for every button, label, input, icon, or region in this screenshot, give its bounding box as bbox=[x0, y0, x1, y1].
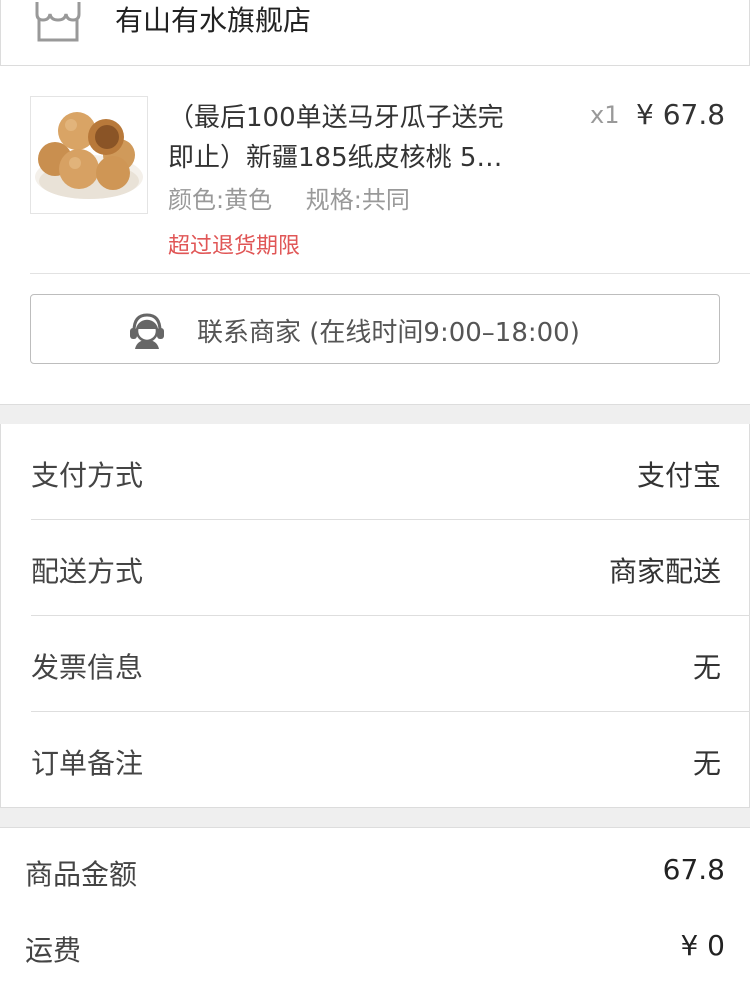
store-icon bbox=[35, 2, 81, 42]
shipping-fee-label: 运费 bbox=[25, 934, 82, 967]
order-remark-label: 订单备注 bbox=[31, 747, 144, 780]
shipping-fee-row: 运费 ¥ 0 bbox=[25, 929, 725, 969]
order-remark-value: 无 bbox=[692, 747, 721, 780]
delivery-method-row: 配送方式 商家配送 bbox=[31, 520, 721, 616]
contact-merchant-label: 联系商家 (在线时间9:00–18:00) bbox=[197, 318, 580, 348]
order-remark-row: 订单备注 无 bbox=[31, 712, 721, 808]
goods-amount-value: 67.8 bbox=[662, 853, 725, 886]
product-item[interactable]: （最后100单送马牙瓜子送完 即止）新疆185纸皮核桃 5… x1 ¥ 67.8… bbox=[30, 96, 750, 274]
walnut-product-image[interactable] bbox=[30, 96, 148, 214]
section-separator bbox=[0, 404, 750, 424]
order-info-list: 支付方式 支付宝 配送方式 商家配送 发票信息 无 订单备注 无 bbox=[0, 424, 750, 808]
store-header[interactable]: 有山有水旗舰店 bbox=[0, 0, 750, 66]
product-color: 颜色:黄色 bbox=[168, 186, 273, 214]
invoice-info-value: 无 bbox=[692, 651, 721, 684]
invoice-info-label: 发票信息 bbox=[31, 651, 144, 684]
product-spec: 颜色:黄色 规格:共同 bbox=[168, 180, 410, 215]
product-title-line-1: （最后100单送马牙瓜子送完 bbox=[168, 103, 504, 133]
payment-method-row: 支付方式 支付宝 bbox=[31, 424, 721, 520]
product-price: ¥ 67.8 bbox=[636, 98, 726, 131]
shipping-fee-value: ¥ 0 bbox=[680, 929, 725, 962]
section-separator bbox=[0, 808, 750, 828]
delivery-method-value: 商家配送 bbox=[608, 555, 721, 588]
payment-method-value: 支付宝 bbox=[636, 459, 721, 492]
return-period-note: 超过退货期限 bbox=[168, 234, 301, 259]
payment-method-label: 支付方式 bbox=[31, 459, 144, 492]
product-specification: 规格:共同 bbox=[305, 186, 410, 214]
product-title[interactable]: （最后100单送马牙瓜子送完 即止）新疆185纸皮核桃 5… bbox=[168, 98, 548, 178]
customer-service-icon bbox=[130, 313, 164, 349]
store-name: 有山有水旗舰店 bbox=[115, 4, 312, 37]
product-title-line-2: 即止）新疆185纸皮核桃 5… bbox=[168, 143, 503, 173]
delivery-method-label: 配送方式 bbox=[31, 555, 144, 588]
contact-merchant-button[interactable]: 联系商家 (在线时间9:00–18:00) bbox=[30, 294, 720, 364]
goods-amount-row: 商品金额 67.8 bbox=[25, 853, 725, 893]
product-quantity: x1 bbox=[590, 101, 620, 129]
goods-amount-label: 商品金额 bbox=[25, 858, 138, 891]
invoice-info-row: 发票信息 无 bbox=[31, 616, 721, 712]
